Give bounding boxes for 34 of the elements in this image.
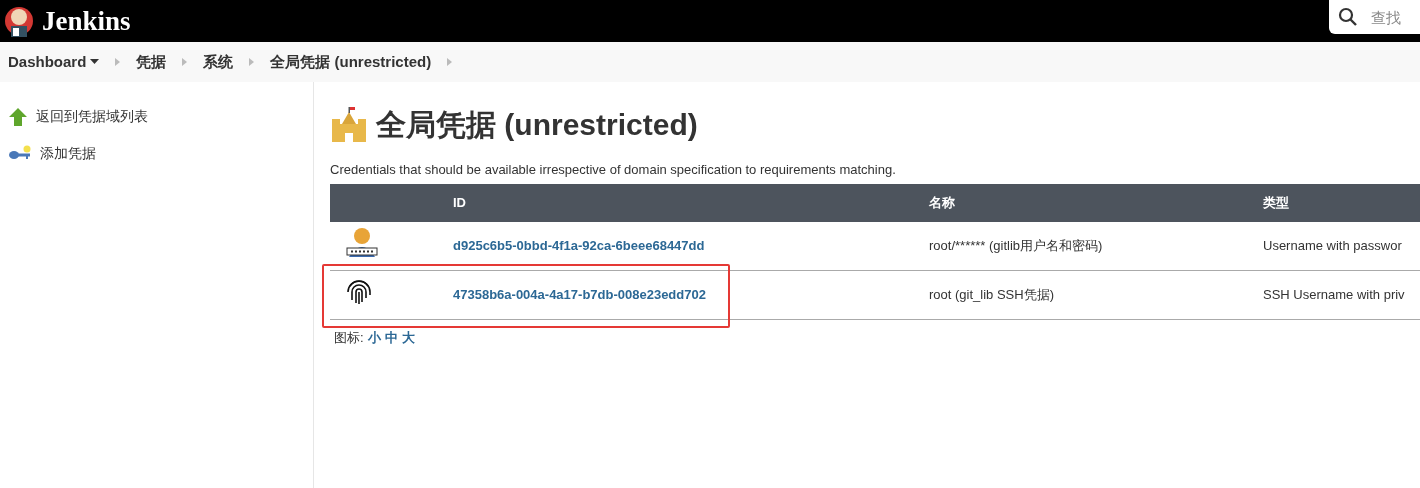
icon-size-link[interactable]: 中 — [384, 328, 398, 348]
butler-logo — [4, 4, 34, 38]
page-heading: 全局凭据 (unrestricted) — [376, 107, 698, 143]
sidebar-link[interactable]: 返回到凭据域列表 — [36, 106, 148, 127]
castle-icon — [330, 106, 368, 144]
column-header: 名称 — [929, 194, 955, 210]
chevron-icon — [249, 58, 255, 66]
breadcrumb-link[interactable]: 凭据 — [136, 50, 167, 74]
breadcrumb-link[interactable]: 系统 — [203, 50, 234, 74]
breadcrumb-link[interactable]: 全局凭据 (unrestricted) — [270, 50, 432, 74]
credential-type: Username with passwor — [1263, 238, 1402, 253]
breadcrumb-link[interactable]: Dashboard — [8, 50, 100, 74]
description-text: Credentials that should be available irrespective of domain specification to requirements matching. — [330, 161, 897, 179]
chevron-icon — [447, 58, 453, 66]
search-icon — [1338, 7, 1358, 27]
sidebar-link[interactable]: 添加凭据 — [40, 143, 96, 164]
icon-size-label: 图标: — [334, 329, 364, 347]
credential-name: root (git_lib SSH凭据) — [929, 287, 1054, 303]
column-header: 类型 — [1263, 194, 1289, 210]
icon-size-link[interactable]: 小 — [367, 328, 381, 348]
user-password-icon — [346, 227, 378, 259]
app-title[interactable]: Jenkins — [42, 7, 131, 35]
icon-size-link[interactable]: 大 — [401, 328, 415, 348]
credential-id-link[interactable]: 47358b6a-004a-4a17-b7db-008e23edd702 — [453, 287, 706, 303]
chevron-icon — [182, 58, 188, 66]
credential-id-link[interactable]: d925c6b5-0bbd-4f1a-92ca-6beee68447dd — [453, 238, 705, 253]
search-field[interactable]: 查找 — [1329, 0, 1420, 34]
chevron-icon — [115, 58, 121, 66]
up-arrow-icon — [8, 106, 28, 127]
fingerprint-icon — [346, 278, 372, 307]
credential-name: root/****** (gitlib用户名和密码) — [929, 238, 1103, 253]
credential-type: SSH Username with priv — [1263, 287, 1405, 303]
caret-icon — [90, 59, 100, 65]
column-header: ID — [453, 194, 466, 210]
